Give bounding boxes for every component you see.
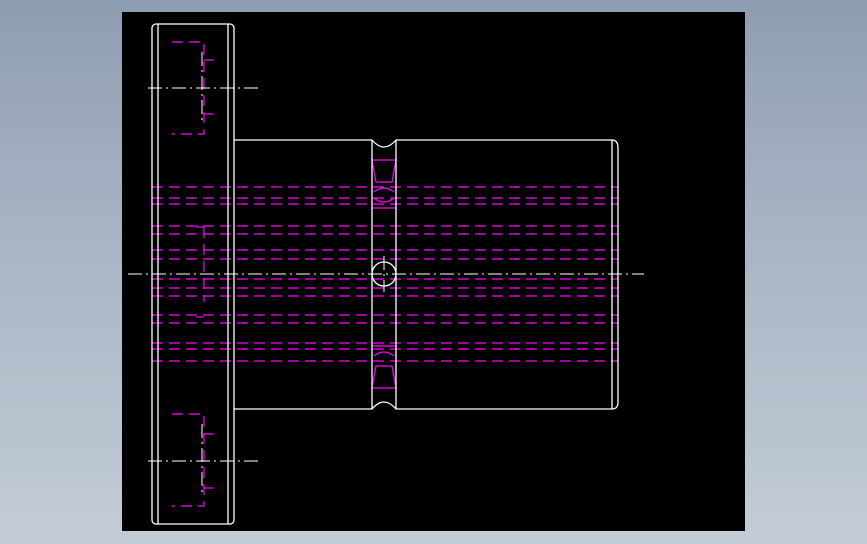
groove-hidden-lower-arc [373, 351, 395, 357]
technical-drawing [128, 23, 644, 525]
groove-hidden-lower [371, 365, 397, 389]
flange-lower-hole-hidden [172, 413, 205, 507]
groove-hidden-upper-arc [373, 197, 395, 203]
cad-viewport[interactable] [122, 12, 745, 531]
groove-hidden-upper [371, 159, 397, 183]
groove-hidden-upper-arc [373, 187, 395, 193]
centerlines [128, 52, 644, 496]
